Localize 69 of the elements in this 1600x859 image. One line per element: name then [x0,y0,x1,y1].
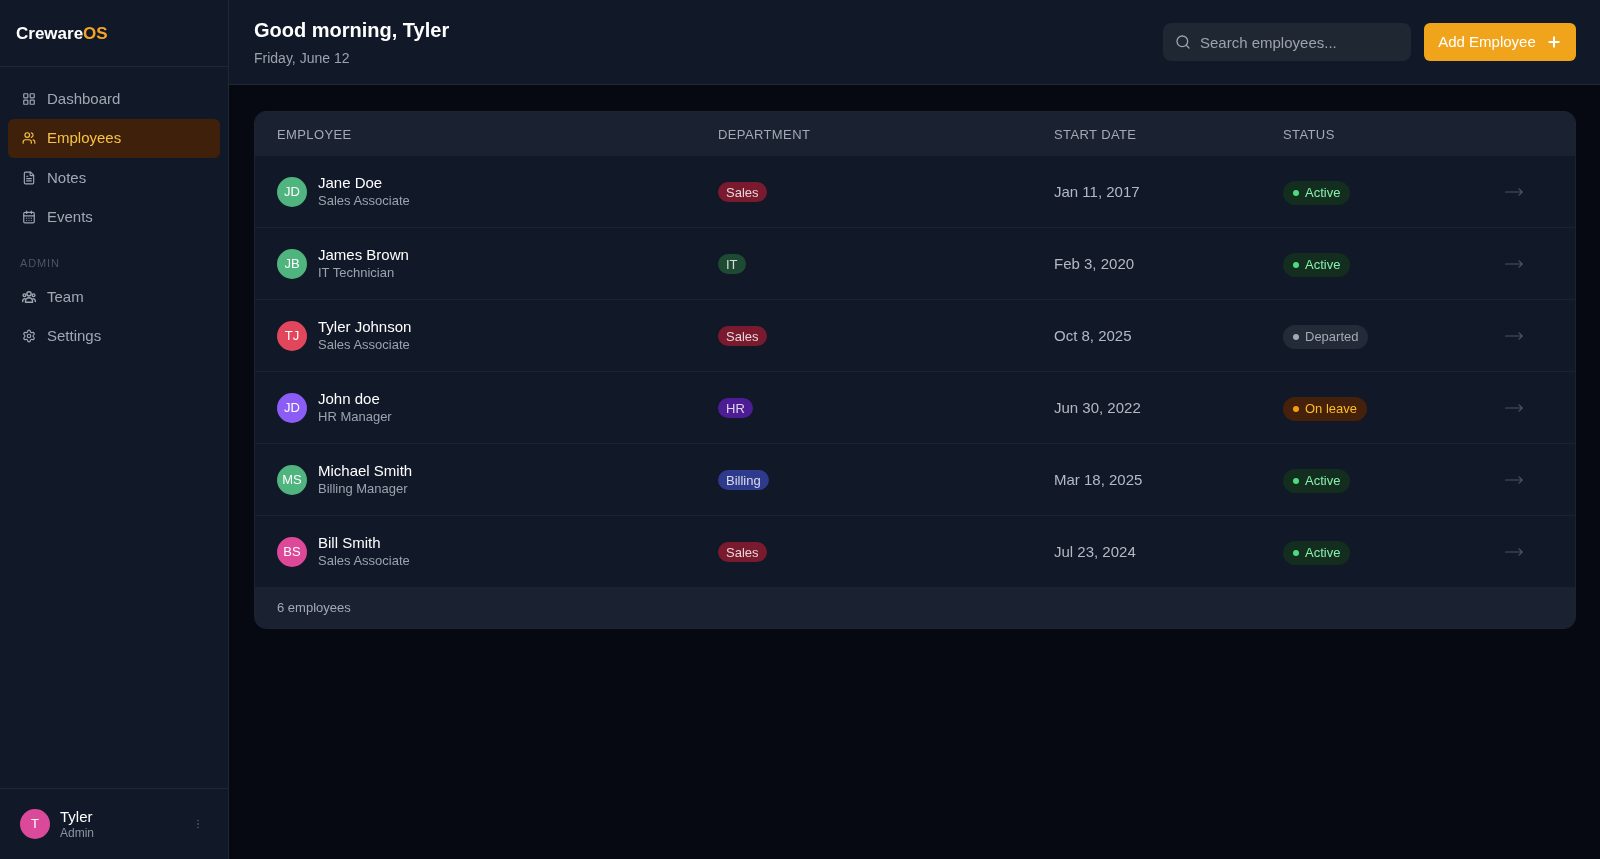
avatar: JD [277,392,307,423]
user-name: Tyler [60,807,94,826]
job-title: Sales Associate [318,192,410,209]
user-avatar: T [20,809,50,839]
app-logo: CrewareOS [16,24,108,42]
start-date: Jun 30, 2022 [1054,398,1141,416]
job-title: HR Manager [318,408,392,425]
settings-icon [22,329,36,344]
nav-item[interactable]: Notes [8,158,220,198]
status-pill: Active [1283,468,1351,493]
status-pill: On leave [1283,396,1368,421]
document-icon [22,170,36,185]
avatar: JD [277,176,307,207]
nav-item[interactable]: Events [8,197,220,237]
job-title: Sales Associate [318,336,411,353]
department-tag: IT [718,254,746,275]
arrow-right-icon[interactable] [1505,475,1523,484]
arrow-right-icon[interactable] [1505,259,1523,268]
grid-icon [22,91,36,106]
column-header: DEPARTMENT [718,126,811,142]
plus-icon [1545,34,1562,50]
column-header: START DATE [1054,126,1137,142]
nav-item[interactable]: Settings [8,316,220,356]
employee-name: John doe [318,390,381,408]
search-field[interactable]: Search employees... [1163,23,1411,61]
start-date: Oct 8, 2025 [1054,326,1132,344]
employee-name: Michael Smith [318,462,413,480]
job-title: Billing Manager [318,480,409,497]
start-date: Mar 18, 2025 [1054,470,1143,488]
employee-count: 6 employees [277,599,351,618]
job-title: Sales Associate [318,552,410,569]
avatar: JB [277,248,307,279]
status-pill: Active [1283,540,1351,565]
status-pill: Departed [1283,324,1369,349]
employee-name: Bill Smith [318,534,382,552]
nav-item[interactable]: Dashboard [8,79,220,119]
avatar: BS [277,536,307,567]
calendar-icon [22,210,36,225]
group-icon [22,289,36,304]
start-date: Jan 11, 2017 [1054,182,1140,200]
employee-name: Tyler Johnson [318,318,412,336]
status-pill: Active [1283,180,1351,205]
nav-item[interactable]: Team [8,277,220,317]
arrow-right-icon[interactable] [1505,403,1523,412]
status-pill: Active [1283,252,1351,277]
department-tag: Billing [718,470,769,491]
department-tag: Sales [718,182,767,203]
arrow-right-icon[interactable] [1505,331,1523,340]
department-tag: HR [718,398,753,419]
department-tag: Sales [718,542,767,563]
nav-item[interactable]: Employees [8,118,220,158]
avatar: TJ [277,320,307,351]
start-date: Feb 3, 2020 [1054,254,1135,272]
section-label: ADMIN [20,257,60,269]
column-header: EMPLOYEE [277,126,352,142]
employee-name: Jane Doe [318,174,384,192]
avatar: MS [277,464,307,495]
arrow-right-icon[interactable] [1505,547,1523,556]
arrow-right-icon[interactable] [1505,187,1523,196]
column-header: STATUS [1283,126,1335,142]
date-text: Friday, June 12 [254,48,351,67]
user-role: Admin [60,825,95,841]
people-icon [22,131,36,146]
job-title: IT Technician [318,264,396,281]
start-date: Jul 23, 2024 [1054,542,1136,560]
employee-name: James Brown [318,246,409,264]
page-title: Good morning, Tyler [254,17,450,42]
department-tag: Sales [718,326,767,347]
search-icon [1175,34,1191,50]
